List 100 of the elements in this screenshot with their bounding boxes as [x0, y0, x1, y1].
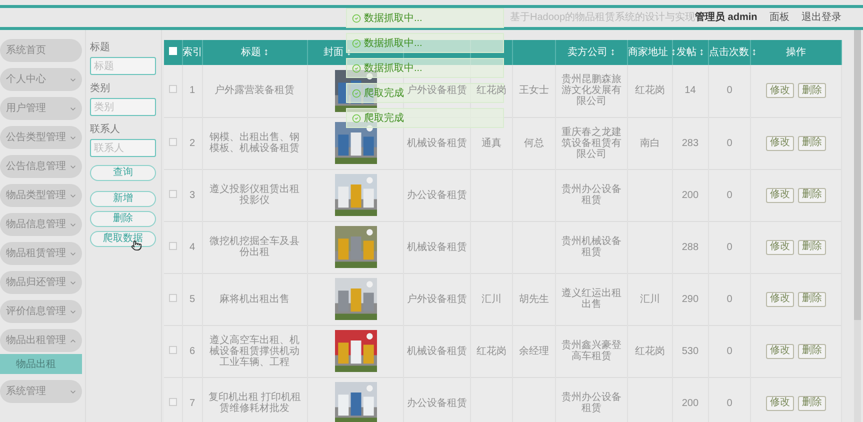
table-cell: 200 [682, 190, 699, 200]
table-cell: 0 [726, 242, 732, 252]
table-cell: 贵州机械设备租赁 [561, 236, 622, 258]
row-action-button[interactable]: 修改 [766, 188, 794, 202]
sidebar-item[interactable]: 公告类型管理 [0, 126, 82, 149]
row-action-button[interactable]: 删除 [798, 136, 826, 150]
table-cell: 283 [682, 138, 699, 148]
column-header[interactable]: 操作 [786, 47, 806, 58]
column-header[interactable]: 商家地址 ↕ [628, 47, 676, 58]
table-cell: 户外设备租赁 [407, 85, 468, 96]
table-cell: 红花岗 [476, 85, 507, 96]
table-cell: 微挖机挖掘全车及县份出租 [210, 236, 300, 258]
table-cell: 200 [682, 398, 699, 408]
row-checkbox[interactable] [168, 346, 177, 354]
action-button[interactable]: 查询 [90, 165, 156, 181]
table-cell: 贵州办公设备租赁 [561, 392, 622, 414]
table-cell: 汇川 [482, 294, 502, 304]
table-cell: 办公设备租赁 [407, 398, 468, 408]
row-action-button[interactable]: 修改 [766, 396, 794, 410]
row-checkbox[interactable] [168, 294, 177, 302]
row-action-button[interactable]: 修改 [766, 136, 794, 150]
input-field[interactable]: 联系人 [90, 139, 156, 157]
header-link[interactable]: 面板 [769, 10, 790, 25]
table-cell: 红花岗 [634, 85, 665, 96]
table-cell: 288 [682, 242, 699, 252]
table-cell: 户外设备租赁 [407, 294, 468, 304]
row-action-button[interactable]: 删除 [798, 240, 826, 254]
table-cell: 机械设备租赁 [407, 346, 468, 356]
table-cell: 南白 [640, 138, 660, 148]
row-action-button[interactable]: 删除 [798, 292, 826, 306]
column-header[interactable]: 卖方公司 ↕ [568, 47, 616, 58]
action-button[interactable]: 新增 [90, 191, 156, 207]
table-cell: 红花岗 [476, 346, 507, 356]
sidebar-item[interactable]: 公告信息管理 [0, 155, 82, 178]
table-cell: 0 [726, 294, 732, 304]
column-header[interactable]: 点击次数 ↕ [708, 47, 757, 58]
user-label: 管理员 admin [695, 10, 758, 25]
table-cell: 14 [684, 85, 696, 96]
toast-message: 数据抓取中... [346, 58, 504, 78]
sidebar-item[interactable]: 物品租赁管理 [0, 242, 82, 265]
table-cell: 2 [189, 138, 195, 148]
action-button[interactable]: 删除 [90, 211, 156, 227]
row-action-button[interactable]: 删除 [798, 83, 826, 98]
table-cell: 530 [682, 346, 699, 356]
row-checkbox[interactable] [168, 85, 177, 94]
sidebar-item[interactable]: 评价信息管理 [0, 300, 82, 323]
scrollbar[interactable] [854, 30, 861, 422]
column-header[interactable]: 发帖 ↕ [676, 47, 704, 58]
sidebar-item[interactable]: 系统首页 [0, 39, 82, 62]
column-header[interactable]: 索引 [182, 47, 203, 58]
sidebar-item[interactable]: 用户管理 [0, 97, 82, 120]
row-action-button[interactable]: 删除 [798, 188, 826, 202]
table-cell: 王女士 [518, 85, 549, 96]
table-cell: 遵义高空车出租、机械设备租赁撑供机动工业车辆、工程 [210, 334, 300, 368]
row-action-button[interactable]: 删除 [798, 396, 826, 410]
table-cell: 余经理 [518, 346, 549, 356]
row-action-button[interactable]: 修改 [766, 344, 794, 358]
row-checkbox[interactable] [168, 190, 177, 198]
column-header[interactable]: 标题 ↕ [240, 47, 269, 58]
sidebar-item[interactable]: 物品信息管理 [0, 213, 82, 236]
table-cell: 遵义红运出租出售 [561, 288, 622, 310]
table-cell: 遵义投影仪租赁出租投影仪 [210, 184, 300, 206]
table-cell: 何总 [524, 138, 544, 148]
table-cell: 户外露营装备租赁 [214, 85, 295, 96]
input-field[interactable]: 类别 [90, 98, 156, 116]
table-cell: 麻将机出租出售 [220, 294, 290, 304]
table-cell: 0 [726, 85, 732, 96]
sidebar-item[interactable]: 系统管理 [0, 380, 82, 403]
toast-message: 爬取完成 [346, 108, 504, 128]
row-checkbox[interactable] [168, 138, 177, 146]
row-checkbox[interactable] [168, 242, 177, 250]
table-cell: 4 [189, 242, 195, 252]
table-cell: 3 [189, 190, 195, 200]
sidebar-item[interactable]: 物品类型管理 [0, 184, 82, 207]
table-cell: 5 [189, 294, 195, 304]
sidebar-item[interactable]: 个人中心 [0, 68, 82, 91]
row-action-button[interactable]: 修改 [766, 240, 794, 254]
table-cell: 贵州办公设备租赁 [561, 184, 622, 206]
check-circle-icon [352, 64, 361, 72]
header-link[interactable]: 退出登录 [801, 10, 842, 25]
table-cell: 6 [189, 346, 195, 356]
table-cell: 贵州鑫兴豪登高车租赁 [561, 340, 622, 362]
table-cell: 7 [189, 398, 195, 408]
row-action-button[interactable]: 修改 [766, 292, 794, 306]
row-action-button[interactable]: 删除 [798, 344, 826, 358]
table-cell: 汇川 [640, 294, 660, 304]
table-cell: 复印机出租 打印机租赁维修耗材批发 [208, 392, 302, 414]
sidebar-subitem[interactable]: 物品出租 [0, 354, 82, 374]
sidebar-item[interactable]: 物品归还管理 [0, 271, 82, 294]
row-action-button[interactable]: 修改 [766, 83, 794, 98]
field-label: 联系人 [90, 122, 121, 137]
check-circle-icon [352, 114, 361, 122]
sidebar-item[interactable]: 物品出租管理 [0, 329, 82, 352]
input-field[interactable]: 标题 [90, 57, 156, 75]
table-cell: 机械设备租赁 [407, 138, 468, 148]
table-cell: 0 [726, 138, 732, 148]
field-label: 类别 [90, 82, 111, 96]
table-cell: 机械设备租赁 [407, 242, 468, 252]
select-all-checkbox[interactable] [168, 47, 177, 55]
row-checkbox[interactable] [168, 398, 177, 406]
